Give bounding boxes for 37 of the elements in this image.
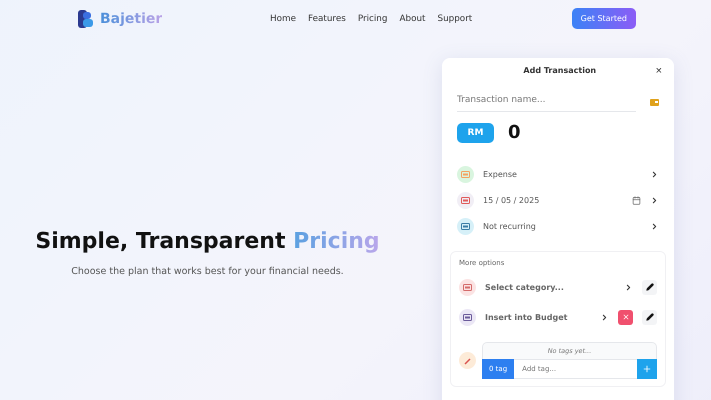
option-row[interactable]: Select category... xyxy=(459,278,657,296)
brand-name: Bajetier xyxy=(100,10,162,26)
nav-link[interactable]: Support xyxy=(437,14,472,24)
option-row[interactable]: Insert into Budget xyxy=(459,308,657,326)
chevron-icon xyxy=(624,282,633,292)
hero-subtitle: Choose the plan that works best for your financial needs. xyxy=(71,266,344,277)
get-started-button[interactable]: Get Started xyxy=(572,8,636,29)
edit-button[interactable] xyxy=(642,280,657,294)
calendar-icon xyxy=(632,196,641,204)
remove-button[interactable] xyxy=(618,310,633,324)
nav-link[interactable]: Pricing xyxy=(358,14,388,24)
chevron-icon xyxy=(650,170,659,178)
option-label: 15 / 05 / 2025 xyxy=(483,196,540,204)
edit-button[interactable] xyxy=(642,310,657,324)
option-label: Not recurring xyxy=(483,222,537,230)
close-icon xyxy=(622,313,630,321)
close-button[interactable]: × xyxy=(656,64,662,76)
option-label: Expense xyxy=(483,170,518,178)
plus-icon xyxy=(642,364,652,374)
chevron-icon xyxy=(650,196,659,204)
nav-link[interactable]: Features xyxy=(308,14,346,24)
option-label: Insert into Budget xyxy=(485,312,568,322)
amount-value: 0 xyxy=(508,122,521,143)
option-row[interactable]: Expense xyxy=(457,165,659,183)
option-row[interactable]: 15 / 05 / 2025 xyxy=(457,191,659,209)
option-label: Select category... xyxy=(485,282,565,292)
option-row[interactable]: Not recurring xyxy=(457,217,659,235)
logo-icon xyxy=(78,10,93,28)
pencil-icon xyxy=(646,313,654,321)
hero-title: Simple, Transparent Pricing xyxy=(35,229,380,254)
pencil-icon xyxy=(646,283,654,291)
chevron-icon xyxy=(650,222,659,230)
nav-link[interactable]: About xyxy=(399,14,426,24)
chevron-icon xyxy=(600,312,609,322)
dialog-title: Add Transaction xyxy=(522,66,598,75)
wallet-icon xyxy=(650,98,659,106)
nav-link[interactable]: Home xyxy=(270,14,296,24)
